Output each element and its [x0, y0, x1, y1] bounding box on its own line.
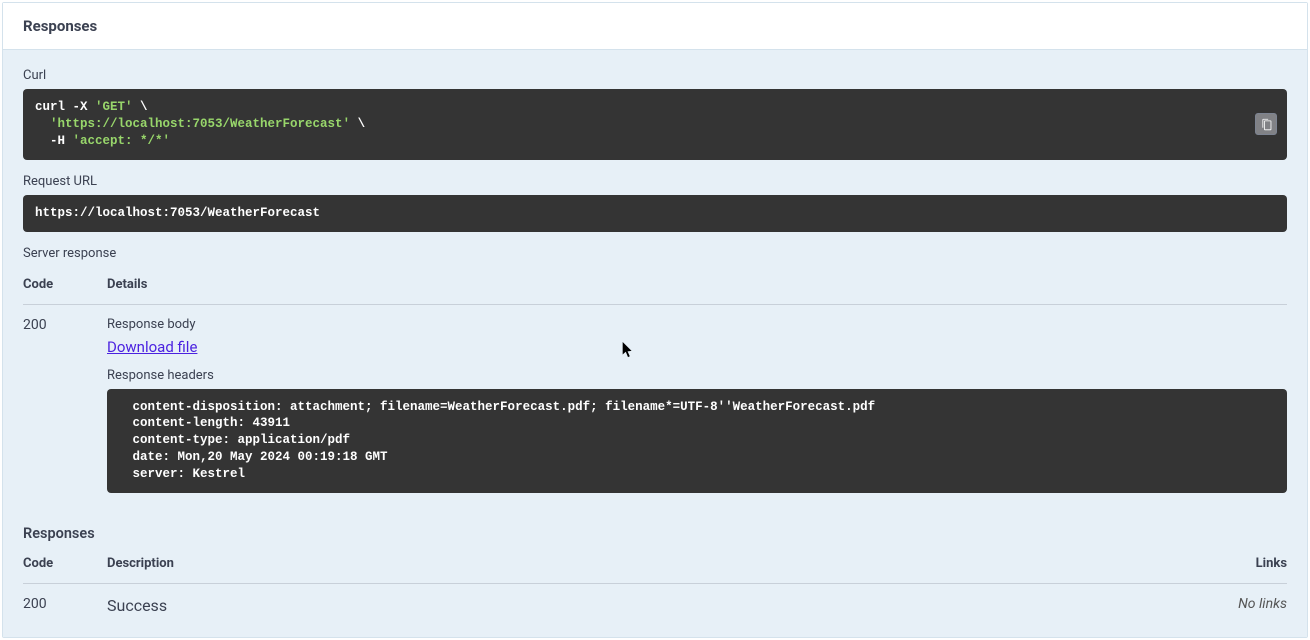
curl-code-block: curl -X 'GET' \ 'https://localhost:7053/… — [23, 89, 1287, 160]
spec-status-code: 200 — [23, 596, 107, 612]
server-response-table: Code Details 200 Response body Download … — [23, 267, 1287, 521]
response-headers-label: Response headers — [107, 368, 1287, 383]
responses-spec-label: Responses — [23, 525, 1287, 542]
responses-header: Responses — [3, 3, 1307, 50]
spec-description: Success — [107, 596, 1197, 615]
request-url-label: Request URL — [23, 174, 1287, 189]
status-code: 200 — [23, 317, 107, 333]
spec-links: No links — [1197, 596, 1287, 612]
col-header-description: Description — [107, 556, 1197, 571]
table-row: 200 Response body Download file Response… — [23, 305, 1287, 521]
table-row: 200 Success No links — [23, 584, 1287, 629]
clipboard-icon — [1260, 118, 1273, 131]
col-header-code2: Code — [23, 556, 107, 571]
responses-spec-table: Code Description Links 200 Success No li… — [23, 546, 1287, 629]
col-header-details: Details — [107, 277, 1287, 292]
copy-curl-button[interactable] — [1255, 113, 1277, 135]
server-response-label: Server response — [23, 246, 1287, 261]
download-file-link[interactable]: Download file — [107, 338, 197, 356]
col-header-code: Code — [23, 277, 107, 292]
response-body-label: Response body — [107, 317, 1287, 332]
request-url-block: https://localhost:7053/WeatherForecast — [23, 195, 1287, 232]
response-headers-block: content-disposition: attachment; filenam… — [107, 389, 1287, 493]
col-header-links: Links — [1197, 556, 1287, 571]
responses-title: Responses — [23, 17, 1287, 35]
curl-label: Curl — [23, 68, 1287, 83]
